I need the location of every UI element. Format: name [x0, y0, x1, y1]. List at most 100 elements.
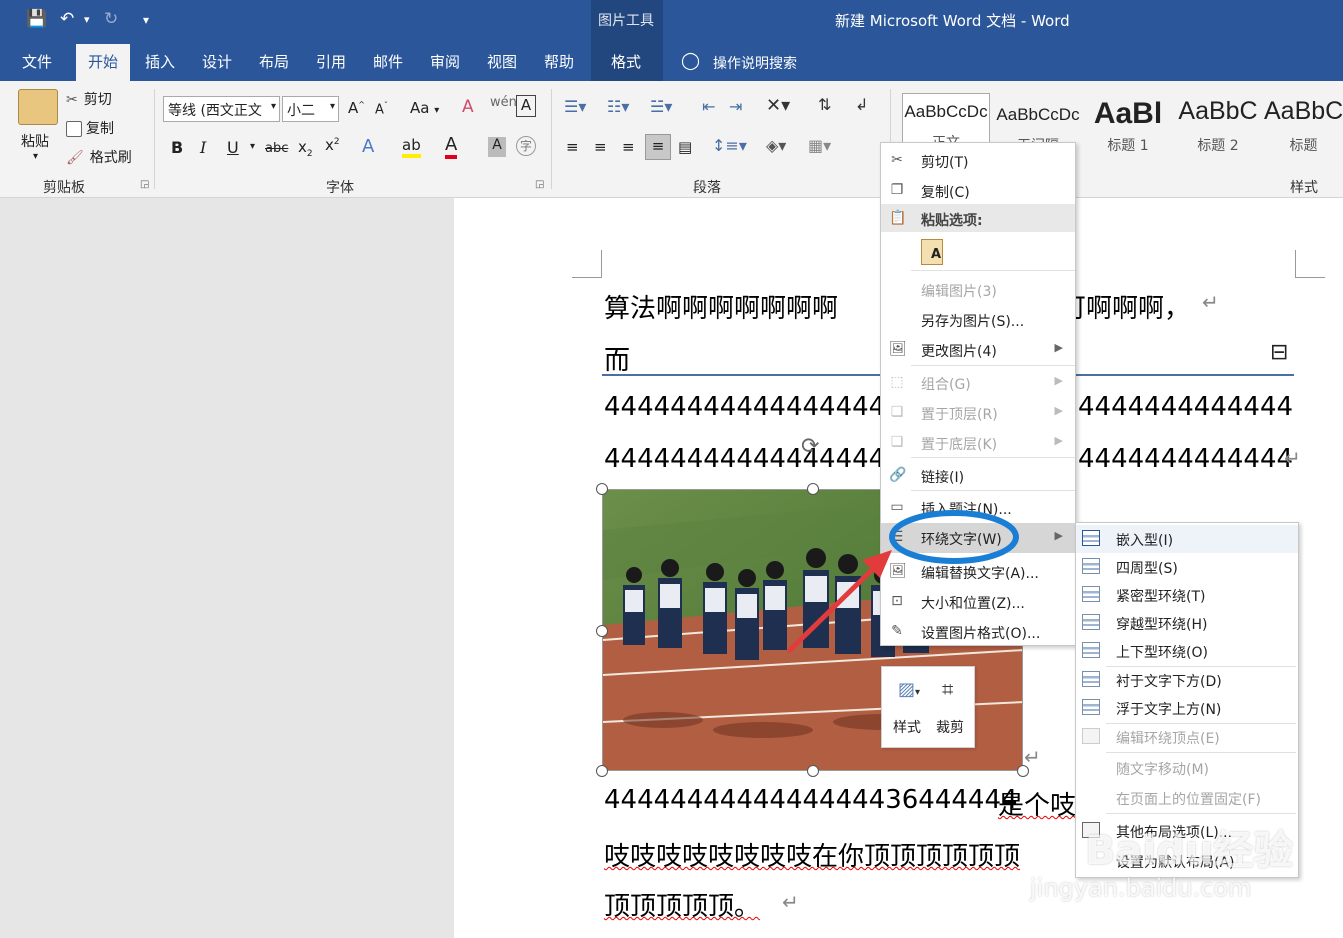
- font-size-combo[interactable]: 小二 ▾: [282, 96, 339, 122]
- menu-item-label: 复制(C): [921, 185, 970, 201]
- tab-design[interactable]: 设计: [202, 51, 232, 72]
- wrap-top-bottom[interactable]: 上下型环绕(O): [1076, 637, 1298, 665]
- menu-item-link[interactable]: 🔗 链接(I): [881, 461, 1075, 489]
- font-name-combo[interactable]: 等线 (西文正文 ▾: [163, 96, 280, 122]
- picture-style-icon[interactable]: ▨▾: [898, 679, 920, 700]
- menu-separator: [911, 490, 1075, 491]
- undo-icon[interactable]: ↶: [60, 9, 74, 29]
- line-spacing-icon[interactable]: ↕≡▾: [712, 136, 747, 155]
- tab-review[interactable]: 审阅: [430, 51, 460, 72]
- superscript-icon[interactable]: x2: [325, 136, 340, 154]
- decrease-indent-icon[interactable]: ⇤: [702, 97, 715, 116]
- paste-icon[interactable]: [18, 89, 58, 125]
- resize-handle[interactable]: [807, 765, 819, 777]
- shrink-font-icon[interactable]: Aˇ: [375, 101, 388, 117]
- chinese-layout-icon[interactable]: ✕▾: [766, 95, 790, 116]
- redo-icon[interactable]: ↻: [104, 9, 118, 29]
- paragraph-mark-icon: ↵: [1202, 290, 1219, 314]
- resize-handle[interactable]: [807, 483, 819, 495]
- crop-button[interactable]: 裁剪: [936, 717, 964, 737]
- undo-dropdown-icon[interactable]: ▾: [84, 13, 90, 26]
- tab-layout[interactable]: 布局: [259, 51, 289, 72]
- copy-icon: ❐: [890, 182, 904, 198]
- wrap-through[interactable]: 穿越型环绕(H): [1076, 609, 1298, 637]
- fix-position-on-page: 在页面上的位置固定(F): [1076, 784, 1298, 812]
- paste-button[interactable]: 粘贴: [21, 131, 49, 151]
- wrap-in-front-of-text[interactable]: 浮于文字上方(N): [1076, 694, 1298, 722]
- tab-insert[interactable]: 插入: [145, 51, 175, 72]
- wrap-tight-icon: [1082, 586, 1100, 602]
- highlight-icon[interactable]: ab: [402, 136, 421, 158]
- character-border-icon[interactable]: A: [516, 95, 536, 117]
- italic-icon[interactable]: I: [200, 138, 206, 157]
- paste-dropdown-icon[interactable]: ▾: [33, 151, 38, 162]
- tab-references[interactable]: 引用: [316, 51, 346, 72]
- sort-icon[interactable]: ⇅: [818, 95, 831, 114]
- tab-file[interactable]: 文件: [22, 51, 52, 72]
- customize-qat-button[interactable]: ▾: [143, 13, 149, 27]
- phonetic-guide-icon[interactable]: wén: [490, 95, 517, 110]
- menu-item-group: ⬚ 组合(G) ▶: [881, 368, 1075, 396]
- menu-item-cut[interactable]: ✂ 剪切(T): [881, 146, 1075, 174]
- copy-button[interactable]: 复制: [66, 118, 114, 138]
- style-name: 标题 1: [1107, 138, 1149, 154]
- tab-mailings[interactable]: 邮件: [373, 51, 403, 72]
- subscript-icon[interactable]: x2: [298, 138, 313, 159]
- crop-icon[interactable]: ⌗: [942, 677, 953, 701]
- clear-format-icon[interactable]: A: [462, 97, 474, 117]
- text-effects-icon[interactable]: A: [362, 136, 374, 157]
- borders-icon[interactable]: ▦▾: [808, 136, 831, 155]
- edit-wrap-points: 编辑环绕顶点(E): [1076, 723, 1298, 751]
- tab-view[interactable]: 视图: [487, 51, 517, 72]
- bold-icon[interactable]: B: [171, 138, 183, 157]
- multilevel-list-icon[interactable]: ☱▾: [650, 97, 672, 116]
- chevron-right-icon: ▶: [1054, 341, 1063, 354]
- wrap-square[interactable]: 四周型(S): [1076, 553, 1298, 581]
- wrap-points-icon: [1082, 728, 1100, 744]
- rotate-handle-icon[interactable]: ⟳: [801, 434, 819, 459]
- resize-handle[interactable]: [596, 483, 608, 495]
- wrap-tight[interactable]: 紧密型环绕(T): [1076, 581, 1298, 609]
- underline-dropdown-icon[interactable]: ▾: [250, 141, 255, 152]
- style-title[interactable]: AaBbC 标题: [1264, 97, 1343, 157]
- change-case-button[interactable]: Aa ▾: [410, 99, 439, 117]
- paste-keep-text-only-icon[interactable]: A: [921, 239, 943, 265]
- wrap-behind-text[interactable]: 衬于文字下方(D): [1076, 666, 1298, 694]
- style-heading-1[interactable]: AaBl 标题 1: [1084, 97, 1172, 157]
- show-marks-icon[interactable]: ↲: [855, 95, 868, 114]
- resize-handle[interactable]: [596, 765, 608, 777]
- style-button[interactable]: 样式: [893, 717, 921, 737]
- paragraph-mark-icon: ↵: [782, 890, 799, 914]
- numbering-icon[interactable]: ☷▾: [607, 97, 629, 116]
- increase-indent-icon[interactable]: ⇥: [729, 97, 742, 116]
- align-right-icon[interactable]: ≡: [622, 138, 635, 156]
- strikethrough-icon[interactable]: abc: [265, 141, 288, 156]
- format-painter-button[interactable]: 🖌 格式刷: [66, 147, 132, 167]
- shading-icon[interactable]: ◈▾: [766, 136, 786, 155]
- distributed-icon[interactable]: ▤: [678, 138, 692, 156]
- tab-home[interactable]: 开始: [76, 44, 131, 81]
- cut-button[interactable]: ✂ 剪切: [66, 89, 112, 109]
- resize-handle[interactable]: [596, 625, 608, 637]
- character-shading-icon[interactable]: A: [488, 137, 506, 157]
- clipboard-launcher-icon[interactable]: ◲: [140, 179, 149, 190]
- font-color-icon[interactable]: A: [445, 134, 458, 159]
- tab-picture-format[interactable]: 格式: [611, 51, 641, 72]
- grow-font-icon[interactable]: A^: [348, 99, 365, 117]
- wrap-inline[interactable]: 嵌入型(I): [1076, 525, 1298, 553]
- align-center-icon[interactable]: ≡: [594, 138, 607, 156]
- justify-icon[interactable]: ≡: [645, 134, 671, 160]
- bullets-icon[interactable]: ☰▾: [564, 97, 586, 116]
- font-launcher-icon[interactable]: ◲: [535, 179, 544, 190]
- style-heading-2[interactable]: AaBbC 标题 2: [1174, 97, 1262, 157]
- menu-item-save-as-picture[interactable]: 另存为图片(S)...: [881, 305, 1075, 333]
- underline-icon[interactable]: U: [227, 138, 239, 157]
- align-left-icon[interactable]: ≡: [566, 138, 579, 156]
- tab-help[interactable]: 帮助: [544, 51, 574, 72]
- tell-me-search[interactable]: 操作说明搜索: [713, 53, 797, 73]
- submenu-item-label: 上下型环绕(O): [1116, 645, 1208, 661]
- menu-item-copy[interactable]: ❐ 复制(C): [881, 176, 1075, 204]
- save-icon[interactable]: 💾: [26, 9, 47, 29]
- enclose-characters-icon[interactable]: 字: [516, 136, 536, 156]
- menu-item-change-picture[interactable]: 🖼 更改图片(4) ▶: [881, 335, 1075, 363]
